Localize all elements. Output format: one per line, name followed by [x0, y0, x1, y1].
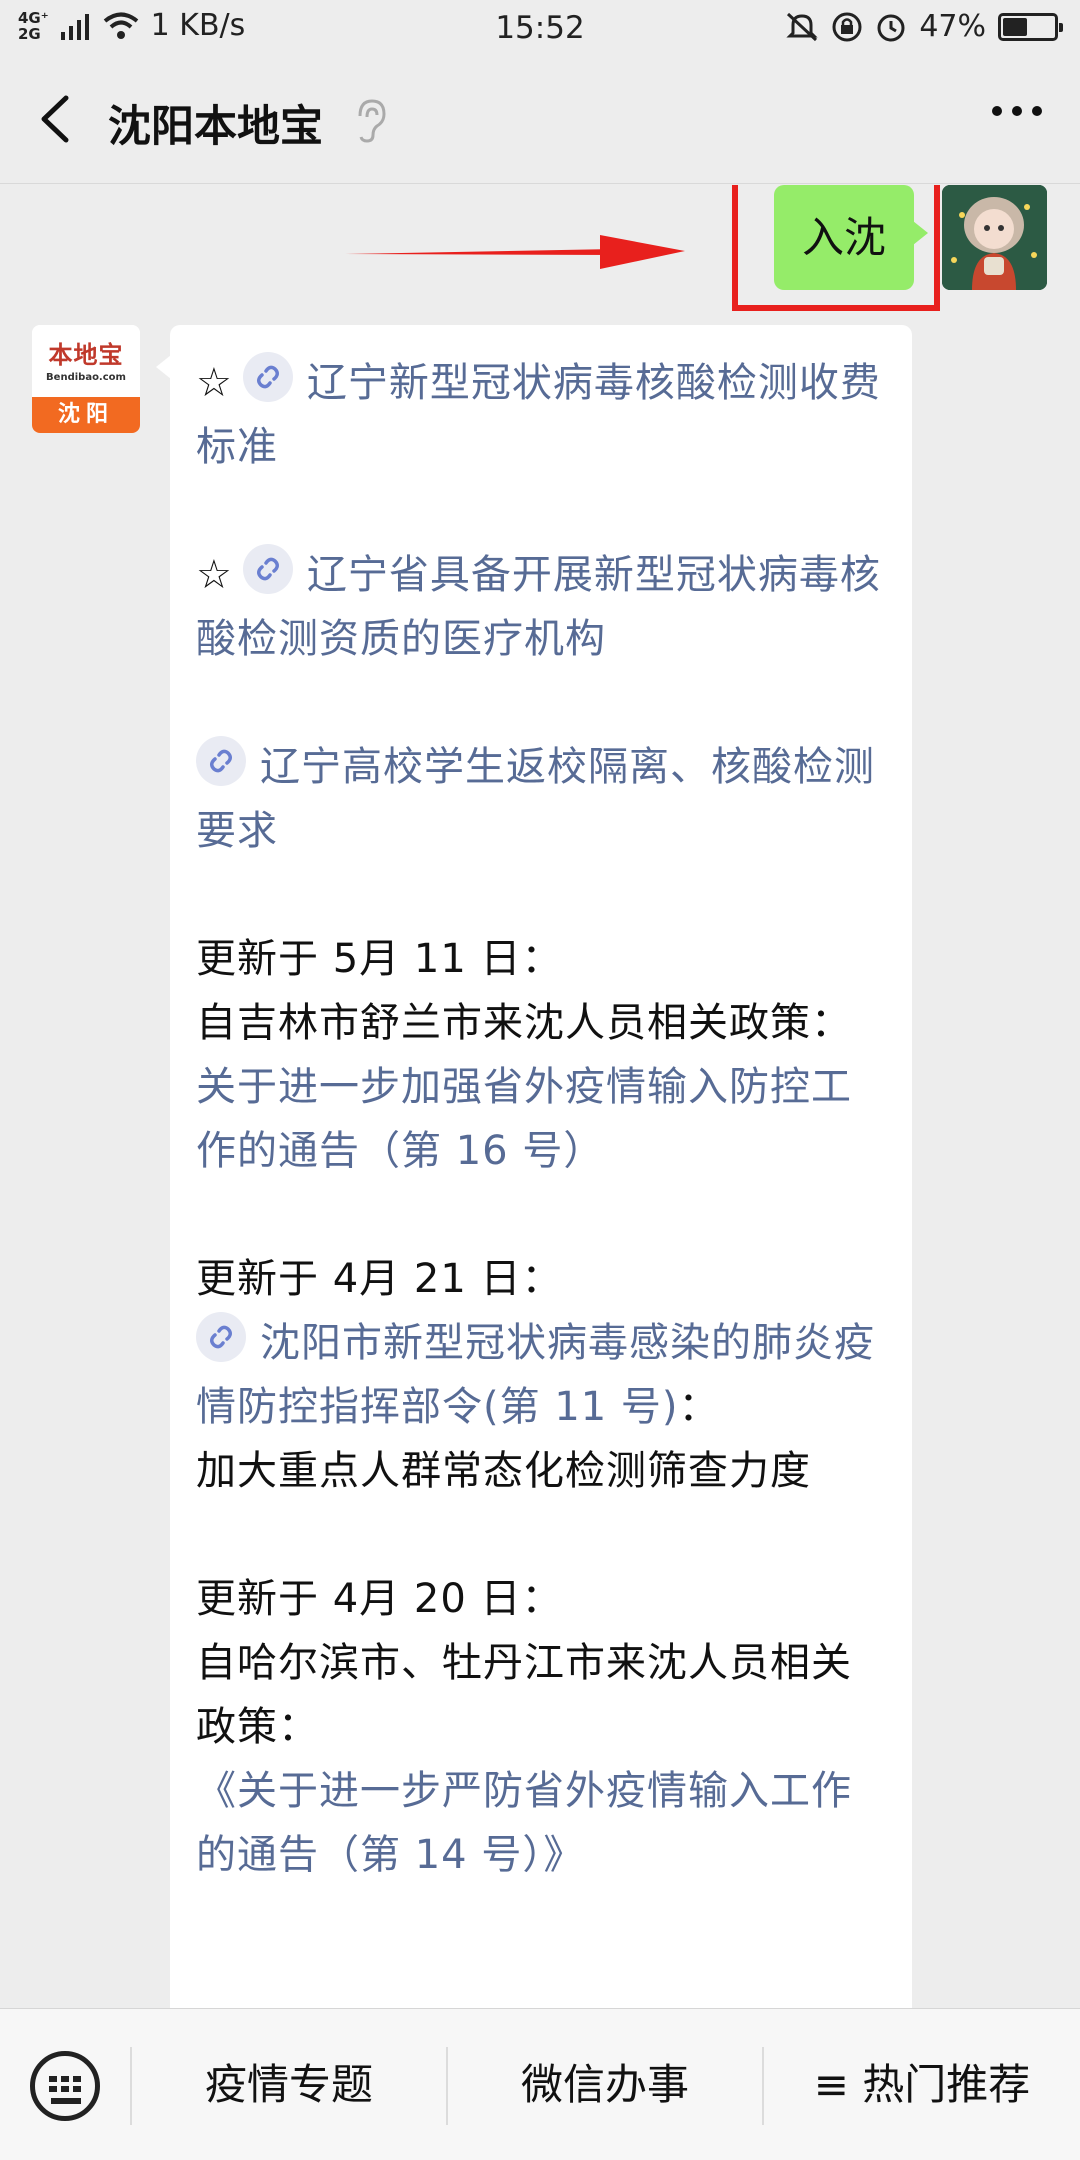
article-link[interactable]: 关于进一步加强省外疫情输入防控工作的通告（第 16 号）: [196, 1055, 888, 1183]
link-icon: [196, 736, 246, 786]
chat-area[interactable]: 入沈 本地宝 Bendibao.com 沈阳 ☆ 辽宁新型冠状病毒核酸检测收费标…: [0, 185, 1080, 2010]
reply-item: 更新于 4月 21 日： 沈阳市新型冠状病毒感染的肺炎疫情防控指挥部令(第 11…: [196, 1247, 888, 1503]
article-link[interactable]: 沈阳市新型冠状病毒感染的肺炎疫情防控指挥部令(第 11 号): [196, 1320, 875, 1430]
back-button[interactable]: [30, 86, 90, 152]
article-link[interactable]: 辽宁高校学生返校隔离、核酸检测要求: [196, 744, 875, 854]
link-icon: [196, 1312, 246, 1362]
annotation-highlight-box: [732, 185, 940, 311]
status-bar: 4G⁺ 2G 1 KB/s 15:52 47%: [0, 0, 1080, 56]
colon-text: ：: [678, 1384, 720, 1430]
article-link[interactable]: 《关于进一步严防省外疫情输入工作的通告（第 14 号）》: [196, 1759, 888, 1887]
keyboard-toggle-button[interactable]: [0, 2009, 130, 2160]
star-icon: ☆: [196, 552, 233, 598]
update-date: 更新于 5月 11 日：: [196, 936, 563, 982]
battery-percent: 47%: [919, 9, 986, 44]
wechat-chat-screen: 4G⁺ 2G 1 KB/s 15:52 47% 沈阳本地宝 入沈 本地宝 Ben…: [0, 0, 1080, 2160]
link-icon: [242, 544, 293, 594]
page-title: 沈阳本地宝: [108, 102, 323, 152]
reply-item: 更新于 4月 20 日： 自哈尔滨市、牡丹江市来沈人员相关政策： 《关于进一步严…: [196, 1567, 888, 1887]
chevron-left-icon: [41, 95, 69, 143]
policy-text: 加大重点人群常态化检测筛查力度: [196, 1448, 811, 1494]
more-dot: [992, 106, 1002, 116]
article-link[interactable]: 辽宁省具备开展新型冠状病毒核酸检测资质的医疗机构: [196, 552, 881, 662]
policy-text: 自哈尔滨市、牡丹江市来沈人员相关政策：: [196, 1640, 852, 1750]
policy-text: 自吉林市舒兰市来沈人员相关政策：: [196, 1000, 852, 1046]
link-line: 沈阳市新型冠状病毒感染的肺炎疫情防控指挥部令(第 11 号)：: [196, 1311, 888, 1439]
link-icon: [242, 352, 293, 402]
my-avatar[interactable]: [942, 185, 1047, 290]
status-right: 47%: [785, 9, 1063, 44]
reply-item: ☆ 辽宁新型冠状病毒核酸检测收费标准: [196, 351, 888, 479]
star-icon: ☆: [196, 360, 233, 406]
battery-level: [1003, 17, 1027, 36]
account-avatar[interactable]: 本地宝 Bendibao.com 沈阳: [32, 325, 140, 433]
alarm-icon: [877, 14, 905, 41]
battery-icon: [998, 12, 1063, 41]
reply-item: 更新于 5月 11 日： 自吉林市舒兰市来沈人员相关政策： 关于进一步加强省外疫…: [196, 927, 888, 1183]
reply-item: 辽宁高校学生返校隔离、核酸检测要求: [196, 735, 888, 863]
avatar-logo: 本地宝 Bendibao.com: [32, 325, 140, 397]
logo-subtext: Bendibao.com: [46, 372, 126, 383]
reply-item: ☆ 辽宁省具备开展新型冠状病毒核酸检测资质的医疗机构: [196, 543, 888, 671]
lock-rotation-icon: [832, 12, 862, 41]
more-button[interactable]: [992, 106, 1042, 116]
avatar-illustration: [942, 185, 1047, 290]
more-dot: [1012, 106, 1022, 116]
keyboard-icon: [30, 2051, 100, 2121]
menu-item-epidemic-topic[interactable]: 疫情专题: [132, 2009, 446, 2160]
article-link[interactable]: 辽宁新型冠状病毒核酸检测收费标准: [196, 360, 881, 470]
menu-item-wechat-services[interactable]: 微信办事: [448, 2009, 762, 2160]
ear-icon: [358, 99, 386, 143]
mute-icon: [786, 12, 818, 41]
bottom-menu-bar: 疫情专题 微信办事 ≡ 热门推荐: [0, 2008, 1080, 2160]
update-date: 更新于 4月 21 日：: [196, 1256, 563, 1302]
logo-text: 本地宝: [48, 341, 124, 369]
avatar-city: 沈阳: [32, 397, 140, 433]
menu-item-hot-recommend[interactable]: ≡ 热门推荐: [764, 2009, 1080, 2160]
annotation-arrow: [345, 235, 685, 269]
nav-bar: 沈阳本地宝: [0, 56, 1080, 184]
update-date: 更新于 4月 20 日：: [196, 1576, 563, 1622]
reply-message-bubble: ☆ 辽宁新型冠状病毒核酸检测收费标准 ☆ 辽宁省具备开展新型冠状病毒核酸检测资质的医…: [156, 325, 912, 2010]
more-dot: [1032, 106, 1042, 116]
